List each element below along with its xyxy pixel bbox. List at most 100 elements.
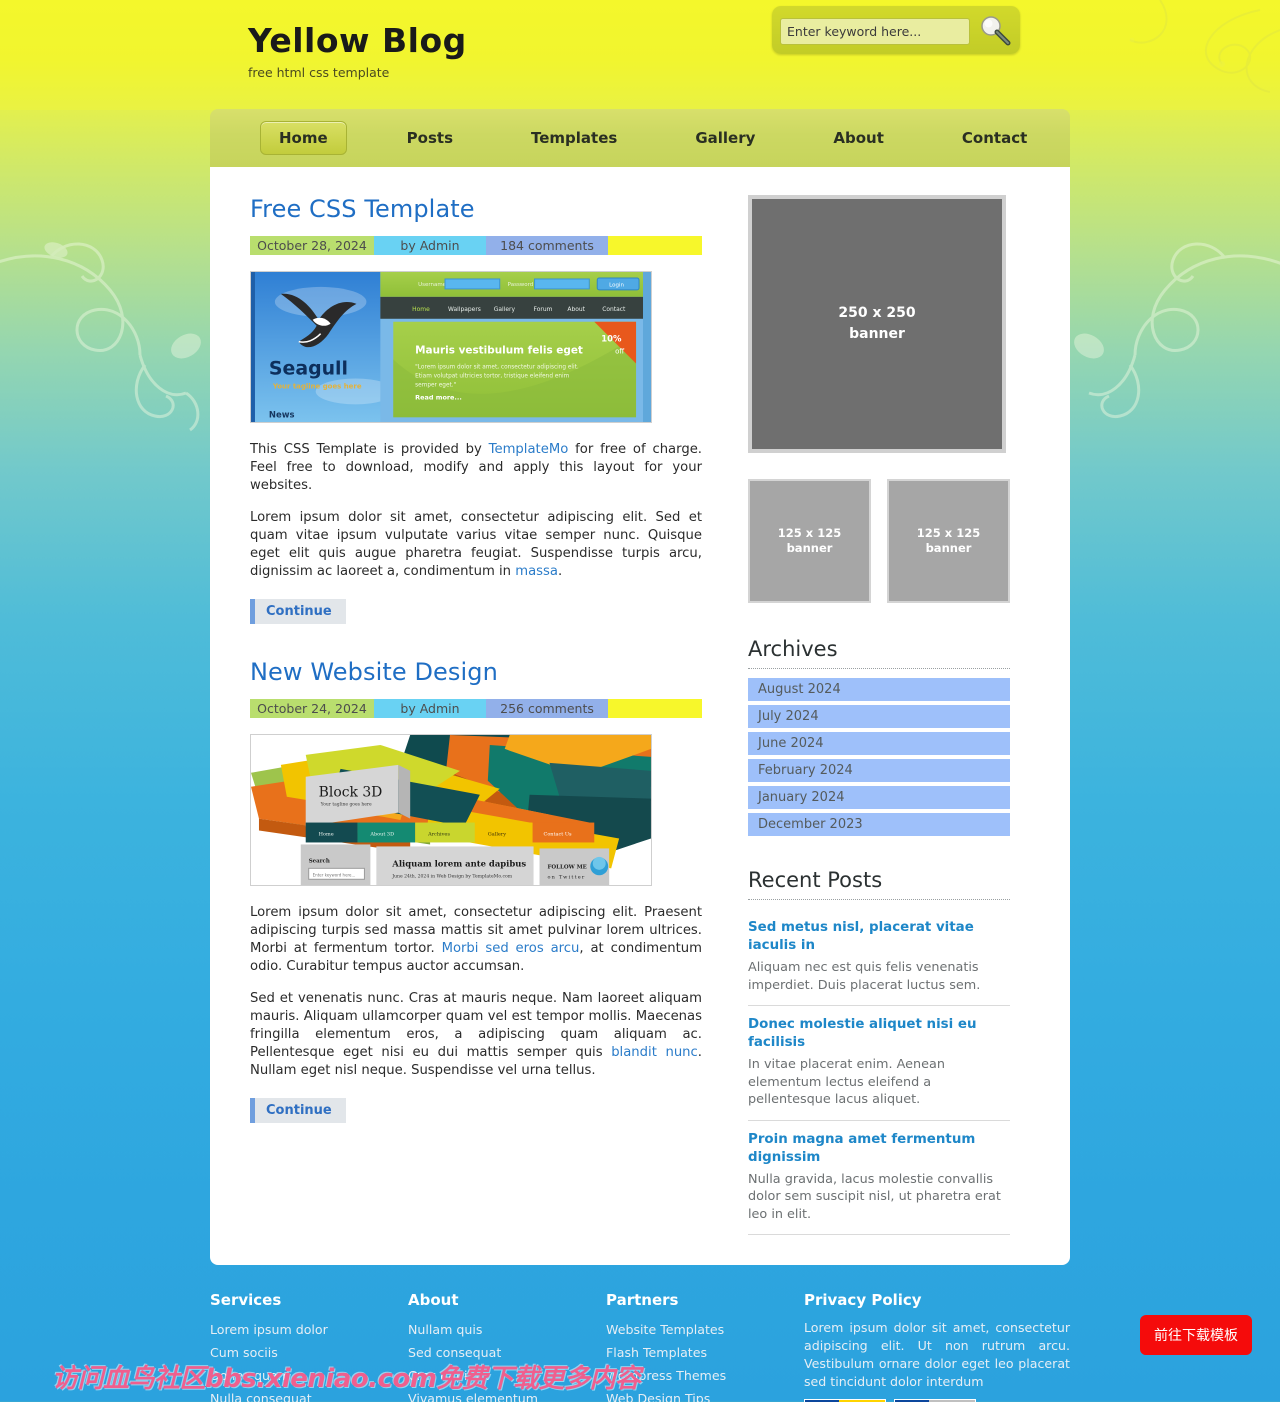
banner-250x250[interactable]: 250 x 250 banner xyxy=(748,195,1006,453)
main-column: Free CSS Template October 28, 2024 by Ad… xyxy=(250,195,702,1235)
archive-link-august-2024[interactable]: August 2024 xyxy=(748,678,1010,701)
svg-text:Login: Login xyxy=(609,282,624,288)
footer-link[interactable]: Cum sociis xyxy=(210,1345,278,1360)
list-item: Cum sociis xyxy=(210,1342,408,1362)
svg-text:Aliquam lorem ante dapibus: Aliquam lorem ante dapibus xyxy=(391,858,526,868)
site-title: Yellow Blog xyxy=(248,21,467,60)
main-navigation: Home Posts Templates Gallery About Conta… xyxy=(210,109,1070,167)
archive-link-january-2024[interactable]: January 2024 xyxy=(748,786,1010,809)
post-body: Lorem ipsum dolor sit amet, consectetur … xyxy=(250,904,702,1080)
list-item: Sed consequat xyxy=(408,1342,606,1362)
archive-link-june-2024[interactable]: June 2024 xyxy=(748,732,1010,755)
footer-link[interactable]: Sed consequat xyxy=(408,1345,501,1360)
post-title[interactable]: Free CSS Template xyxy=(250,195,702,223)
footer-column-about: About Nullam quis Sed consequat Cras dap… xyxy=(408,1291,606,1402)
nav-item-gallery[interactable]: Gallery xyxy=(677,122,773,154)
svg-text:Gallery: Gallery xyxy=(494,306,516,313)
footer-heading: Privacy Policy xyxy=(804,1291,922,1309)
svg-text:Etiam volutpat ultricies torto: Etiam volutpat ultricies tortor, tristiq… xyxy=(415,373,569,379)
banner-125b-line2: banner xyxy=(925,541,972,555)
continue-button[interactable]: Continue xyxy=(250,1098,346,1123)
continue-button[interactable]: Continue xyxy=(250,599,346,624)
floral-decoration-left xyxy=(0,242,201,432)
recent-post-title[interactable]: Donec molestie aliquet nisi eu facilisis xyxy=(748,1016,1010,1052)
svg-text:Your tagline goes here: Your tagline goes here xyxy=(320,802,372,808)
footer-link[interactable]: Cras dapibus xyxy=(408,1368,490,1383)
sidebar: 250 x 250 banner 125 x 125 banner 125 x … xyxy=(748,195,1010,1235)
templatemo-link[interactable]: TemplateMo xyxy=(489,442,569,457)
recent-post-excerpt: Aliquam nec est quis felis venenatis imp… xyxy=(748,960,981,993)
svg-text:Wallpapers: Wallpapers xyxy=(448,306,481,313)
footer-link[interactable]: Website Templates xyxy=(606,1322,724,1337)
svg-text:Contact: Contact xyxy=(602,306,626,313)
list-item: December 2023 xyxy=(748,813,1010,836)
list-item: Web Design Tips xyxy=(606,1388,804,1402)
list-item: Donec molestie aliquet nisi eu facilisis… xyxy=(748,1006,1010,1121)
nav-item-home[interactable]: Home xyxy=(260,121,347,155)
recent-post-excerpt: In vitae placerat enim. Aenean elementum… xyxy=(748,1057,945,1107)
footer-link[interactable]: Flash Templates xyxy=(606,1345,707,1360)
footer-link[interactable]: Wordpress Themes xyxy=(606,1368,726,1383)
post-comments-count[interactable]: 184 comments xyxy=(486,236,608,255)
svg-text:semper eget.": semper eget." xyxy=(415,382,456,388)
post-meta-filler xyxy=(608,236,702,255)
svg-text:News: News xyxy=(269,409,295,419)
svg-text:on Twitter: on Twitter xyxy=(547,874,585,880)
svg-text:June 24th, 2024 in Web Design: June 24th, 2024 in Web Design by Templat… xyxy=(391,873,512,879)
archives-list: August 2024 July 2024 June 2024 February… xyxy=(748,678,1010,836)
recent-post-title[interactable]: Proin magna amet fermentum dignissim xyxy=(748,1131,1010,1167)
archive-link-july-2024[interactable]: July 2024 xyxy=(748,705,1010,728)
banner-125x125-right[interactable]: 125 x 125 banner xyxy=(887,479,1010,603)
recent-post-title[interactable]: Sed metus nisl, placerat vitae iaculis i… xyxy=(748,919,1010,955)
svg-text:"Lorem ipsum dolor sit amet, c: "Lorem ipsum dolor sit amet, consectetur… xyxy=(415,365,579,371)
post-thumbnail-block3d[interactable]: Block 3D Your tagline goes here Home Abo… xyxy=(250,734,652,886)
svg-text:Your tagline goes here: Your tagline goes here xyxy=(272,382,362,390)
blandit-nunc-link[interactable]: blandit nunc xyxy=(611,1045,698,1060)
banner-250-line1: 250 x 250 xyxy=(838,305,916,321)
search-input[interactable] xyxy=(780,18,970,45)
morbi-sed-eros-arcu-link[interactable]: Morbi sed eros arcu xyxy=(442,941,580,956)
svg-text:Forum: Forum xyxy=(534,306,553,313)
post-title[interactable]: New Website Design xyxy=(250,658,702,686)
footer-links: Nullam quis Sed consequat Cras dapibus V… xyxy=(408,1319,606,1402)
list-item: Cras dapibus xyxy=(408,1365,606,1385)
post-paragraph: Lorem ipsum dolor sit amet, consectetur … xyxy=(250,510,702,579)
post-comments-count[interactable]: 256 comments xyxy=(486,699,608,718)
search-button[interactable] xyxy=(976,15,1014,48)
privacy-policy-text: Lorem ipsum dolor sit amet, consectetur … xyxy=(804,1320,1070,1389)
nav-item-posts[interactable]: Posts xyxy=(389,122,471,154)
post-thumbnail-seagull[interactable]: Seagull Your tagline goes here News User… xyxy=(250,271,652,423)
footer-column-privacy: Privacy Policy Lorem ipsum dolor sit ame… xyxy=(804,1291,1070,1402)
post-meta-bar: October 28, 2024 by Admin 184 comments xyxy=(250,236,702,255)
list-item: June 2024 xyxy=(748,732,1010,755)
svg-text:FOLLOW ME: FOLLOW ME xyxy=(547,864,586,870)
recent-posts-heading: Recent Posts xyxy=(748,868,1010,900)
archive-link-december-2023[interactable]: December 2023 xyxy=(748,813,1010,836)
footer-column-services: Services Lorem ipsum dolor Cum sociis Do… xyxy=(210,1291,408,1402)
archive-link-february-2024[interactable]: February 2024 xyxy=(748,759,1010,782)
footer-link[interactable]: Nullam quis xyxy=(408,1322,482,1337)
svg-text:About: About xyxy=(567,306,585,313)
download-template-button[interactable]: 前往下载模板 xyxy=(1140,1315,1252,1355)
post-date: October 24, 2024 xyxy=(250,699,374,718)
nav-item-templates[interactable]: Templates xyxy=(513,122,635,154)
svg-text:Gallery: Gallery xyxy=(488,831,506,837)
list-item: July 2024 xyxy=(748,705,1010,728)
footer-link[interactable]: Vivamus elementum xyxy=(408,1391,538,1402)
post-paragraph: Lorem ipsum dolor sit amet, consectetur … xyxy=(250,905,702,974)
seagull-template-preview: Seagull Your tagline goes here News User… xyxy=(251,272,651,422)
footer-link[interactable]: Lorem ipsum dolor xyxy=(210,1322,328,1337)
nav-item-contact[interactable]: Contact xyxy=(944,122,1045,154)
massa-link[interactable]: massa xyxy=(515,564,558,579)
footer-link[interactable]: Nulla consequat xyxy=(210,1391,312,1402)
footer-link[interactable]: Web Design Tips xyxy=(606,1391,710,1402)
svg-text:10%: 10% xyxy=(601,334,622,344)
list-item: Nulla consequat xyxy=(210,1388,408,1402)
svg-text:Block 3D: Block 3D xyxy=(319,785,383,801)
list-item: Wordpress Themes xyxy=(606,1365,804,1385)
nav-item-about[interactable]: About xyxy=(815,122,902,154)
content-container: Free CSS Template October 28, 2024 by Ad… xyxy=(210,167,1070,1265)
site-footer: Services Lorem ipsum dolor Cum sociis Do… xyxy=(210,1291,1070,1402)
banner-125x125-left[interactable]: 125 x 125 banner xyxy=(748,479,871,603)
footer-link[interactable]: Donec quam xyxy=(210,1368,290,1383)
